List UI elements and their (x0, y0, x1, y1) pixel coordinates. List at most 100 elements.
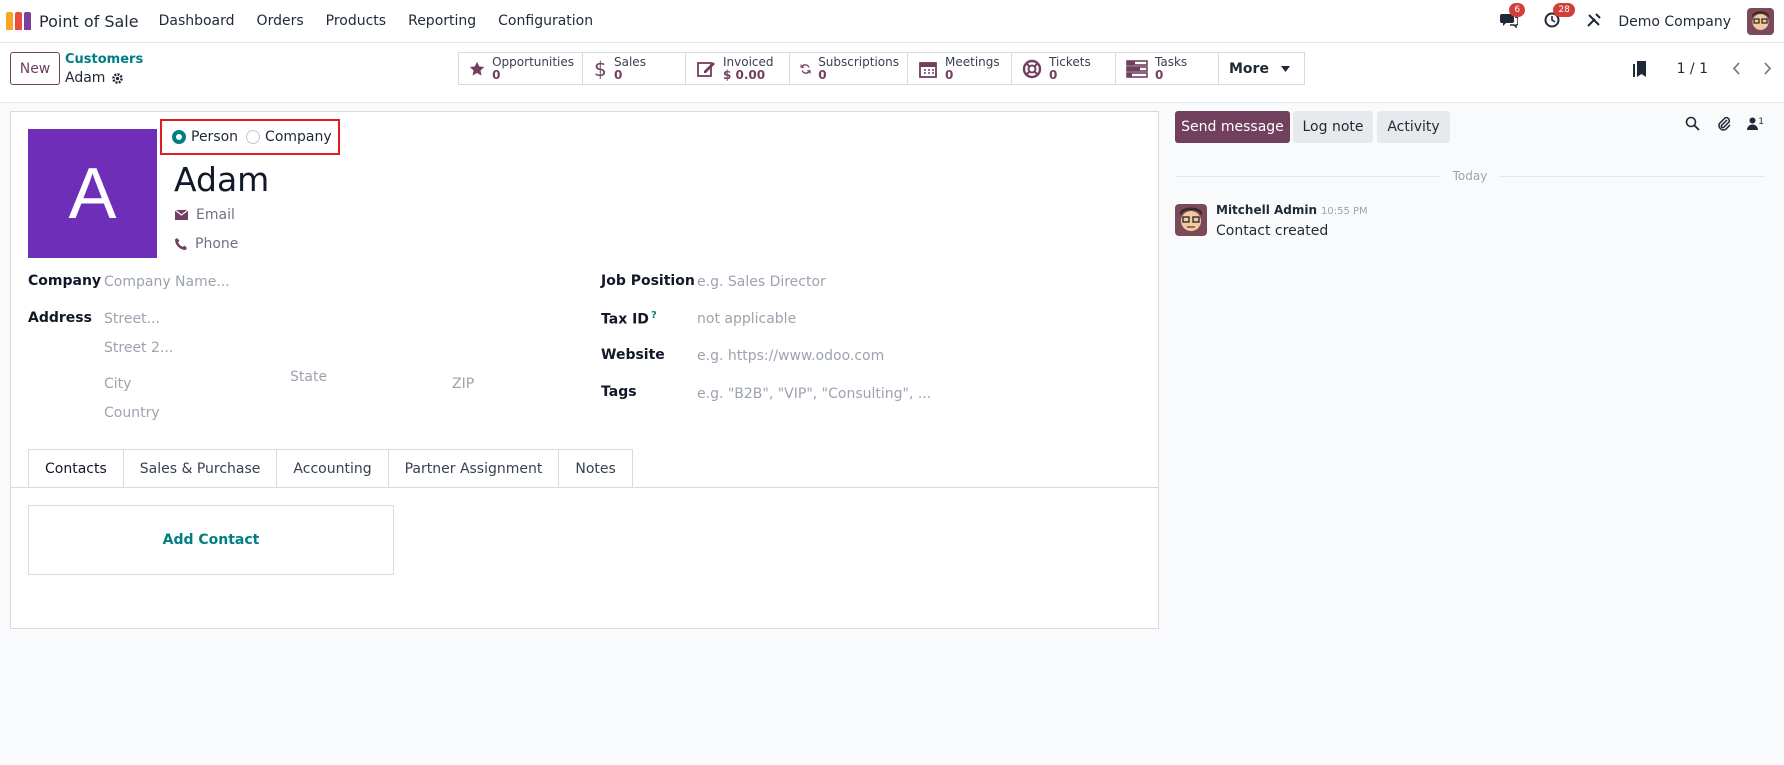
tags-input[interactable]: e.g. "B2B", "VIP", "Consulting", ... (697, 386, 931, 402)
zip-input[interactable]: ZIP (452, 376, 474, 392)
phone-field[interactable]: Phone (175, 236, 238, 252)
add-contact-button[interactable]: Add Contact (28, 505, 394, 575)
top-navbar: Point of Sale Dashboard Orders Products … (0, 0, 1784, 43)
messages-badge: 6 (1509, 2, 1526, 17)
control-panel: New Customers Adam Opportunities 0 $ Sale… (0, 43, 1784, 103)
app-logo-icon[interactable] (6, 12, 34, 30)
smart-label: Tickets (1049, 54, 1091, 69)
pencil-square-icon (697, 61, 715, 77)
breadcrumb-customers[interactable]: Customers (65, 52, 143, 67)
tags-label: Tags (601, 384, 637, 400)
smart-button-meetings[interactable]: Meetings 0 (908, 53, 1012, 84)
dollar-icon: $ (594, 58, 607, 80)
smart-label: Subscriptions (818, 54, 899, 69)
tab-partner-assignment[interactable]: Partner Assignment (388, 449, 560, 488)
tab-sales-purchase[interactable]: Sales & Purchase (123, 449, 278, 488)
chevron-left-icon (1732, 62, 1740, 75)
chatter: Send message Log note Activity 1 Today M… (1168, 103, 1784, 765)
more-label: More (1229, 60, 1269, 77)
message-author[interactable]: Mitchell Admin 10:55 PM (1216, 203, 1368, 217)
star-icon (469, 61, 485, 75)
smart-button-opportunities[interactable]: Opportunities 0 (459, 53, 583, 84)
pager-value[interactable]: 1 / 1 (1677, 61, 1708, 77)
smart-button-tickets[interactable]: Tickets 0 (1012, 53, 1116, 84)
life-ring-icon (1022, 59, 1042, 78)
app-name[interactable]: Point of Sale (39, 12, 139, 31)
tax-id-label: Tax ID? (601, 310, 657, 328)
debug-tools-icon[interactable] (1586, 12, 1602, 32)
email-field[interactable]: Email (175, 207, 235, 223)
send-message-button[interactable]: Send message (1175, 111, 1290, 143)
menu-dashboard[interactable]: Dashboard (159, 13, 235, 29)
company-label: Company (28, 273, 102, 289)
smart-button-subscriptions[interactable]: Subscriptions 0 (790, 53, 908, 84)
pager-previous-button[interactable] (1720, 52, 1752, 85)
log-note-button[interactable]: Log note (1293, 111, 1373, 143)
smart-value: 0 (945, 67, 954, 82)
job-position-label: Job Position (601, 273, 695, 289)
phone-icon (175, 238, 187, 250)
radio-company-input[interactable] (246, 130, 261, 144)
smart-button-tasks[interactable]: Tasks 0 (1116, 53, 1219, 84)
state-input[interactable]: State (290, 369, 327, 385)
paperclip-icon[interactable] (1716, 115, 1731, 131)
tax-id-help-icon[interactable]: ? (651, 310, 657, 321)
message-author-avatar[interactable] (1175, 204, 1207, 236)
smart-label: Meetings (945, 54, 1000, 69)
gear-icon[interactable] (111, 72, 124, 85)
website-input[interactable]: e.g. https://www.odoo.com (697, 348, 884, 364)
country-input[interactable]: Country (104, 405, 160, 421)
caret-down-icon (1280, 65, 1290, 72)
tab-notes[interactable]: Notes (559, 449, 633, 488)
menu-orders[interactable]: Orders (257, 13, 304, 29)
new-button[interactable]: New (10, 52, 60, 85)
message-author-name[interactable]: Mitchell Admin (1216, 203, 1317, 217)
more-button[interactable]: More (1219, 53, 1304, 84)
street2-input[interactable]: Street 2... (104, 340, 173, 356)
partner-name-field[interactable]: Adam (174, 160, 269, 199)
smart-button-invoiced[interactable]: Invoiced $ 0.00 (686, 53, 790, 84)
tabs-divider (11, 487, 1158, 488)
activity-menu[interactable]: 28 (1544, 2, 1575, 32)
menu-products[interactable]: Products (326, 13, 386, 29)
chatter-toolbar: 1 (1685, 115, 1764, 131)
pager: 1 / 1 (1632, 52, 1784, 85)
tax-id-input[interactable]: not applicable (697, 311, 796, 327)
pager-next-button[interactable] (1752, 52, 1784, 85)
refresh-icon (800, 63, 811, 74)
company-input[interactable]: Company Name... (104, 274, 230, 290)
street-input[interactable]: Street... (104, 311, 160, 327)
activity-button[interactable]: Activity (1377, 111, 1450, 143)
partner-avatar[interactable]: A (28, 129, 157, 258)
smart-label: Tasks (1155, 54, 1188, 69)
bookmark-icon[interactable] (1632, 60, 1647, 78)
radio-person-input[interactable] (172, 130, 186, 144)
radio-person[interactable]: Person (172, 129, 238, 145)
company-switcher[interactable]: Demo Company (1618, 14, 1731, 30)
radio-company[interactable]: Company (246, 129, 332, 145)
smart-value: 0 (818, 67, 827, 82)
city-input[interactable]: City (104, 376, 131, 392)
tax-id-label-text: Tax ID (601, 311, 649, 328)
calendar-icon (919, 61, 937, 78)
smart-button-sales[interactable]: $ Sales 0 (583, 53, 686, 84)
messaging-menu[interactable]: 6 (1500, 2, 1526, 32)
tab-accounting[interactable]: Accounting (277, 449, 389, 488)
followers-button[interactable]: 1 (1747, 117, 1764, 130)
job-position-input[interactable]: e.g. Sales Director (697, 274, 826, 290)
smart-value: 0 (1049, 67, 1058, 82)
user-avatar[interactable] (1747, 8, 1774, 35)
search-icon[interactable] (1685, 116, 1700, 131)
smart-value: 0 (492, 67, 501, 82)
smart-label: Opportunities (492, 54, 574, 69)
menu-configuration[interactable]: Configuration (498, 13, 593, 29)
smart-label: Invoiced (723, 54, 774, 69)
email-placeholder: Email (196, 207, 235, 223)
smart-label: Sales (614, 54, 646, 69)
menu-reporting[interactable]: Reporting (408, 13, 476, 29)
form-sheet: A Person Company Adam Email Phone Compan… (10, 111, 1159, 629)
message-body: Contact created (1216, 223, 1329, 239)
date-separator: Today (1175, 169, 1765, 183)
radio-company-label: Company (265, 129, 332, 145)
tab-contacts[interactable]: Contacts (28, 449, 124, 488)
